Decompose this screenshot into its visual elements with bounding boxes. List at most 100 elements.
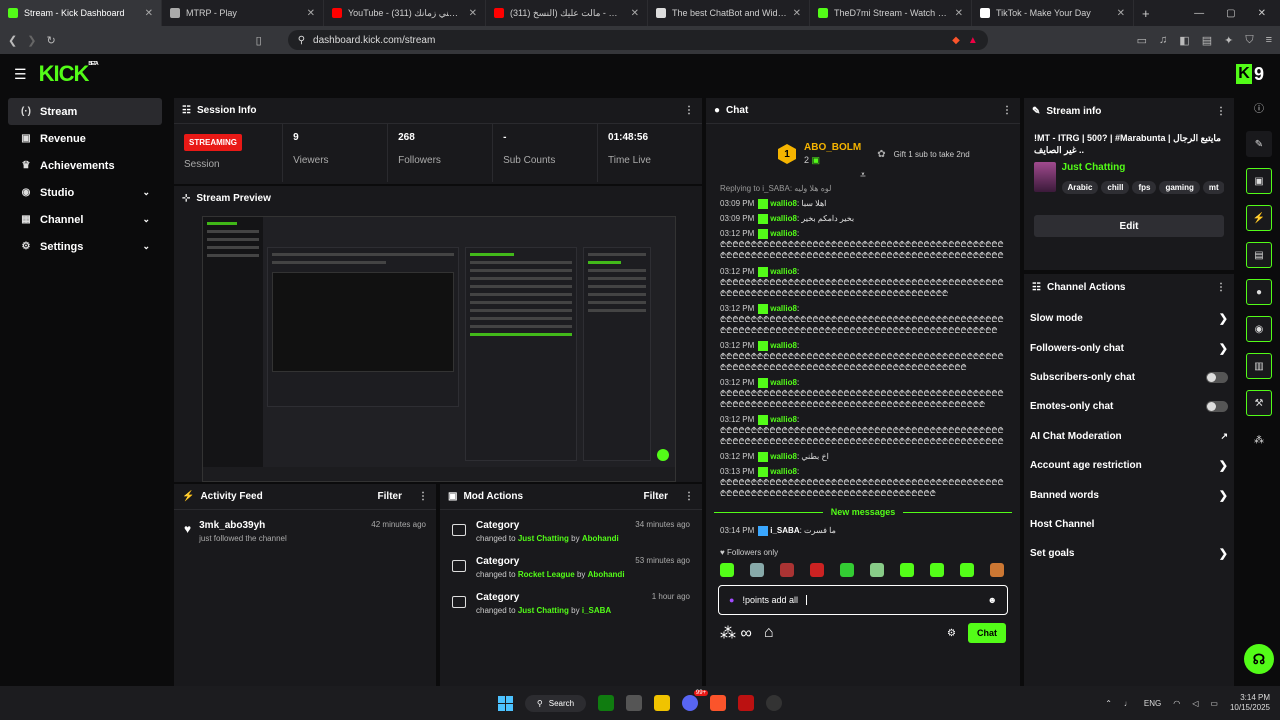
- search-box[interactable]: ⚲ Search: [524, 694, 587, 712]
- browser-tab[interactable]: YouTube - واحشني زمانك (311) ✕: [324, 0, 486, 26]
- moderator-link[interactable]: Abohandi: [582, 534, 619, 543]
- brave-shield-icon[interactable]: ◆: [952, 35, 960, 46]
- category-link[interactable]: Rocket League: [518, 570, 575, 579]
- chat-icon[interactable]: ●: [1246, 279, 1272, 305]
- tab-close-icon[interactable]: ✕: [1117, 8, 1125, 19]
- mod-filter-button[interactable]: Filter: [644, 491, 668, 502]
- brave-icon[interactable]: [710, 695, 727, 711]
- vpn-icon[interactable]: ⛉: [1245, 34, 1253, 47]
- emote-icon[interactable]: [750, 563, 764, 577]
- edit-stream-button[interactable]: Edit: [1034, 215, 1224, 237]
- channel-action-banned-words[interactable]: Banned words ❯: [1024, 480, 1234, 509]
- support-icon[interactable]: ☊: [1244, 644, 1274, 674]
- store-icon[interactable]: ⌂: [764, 624, 774, 642]
- browser-tab[interactable]: MTRP - Play ✕: [162, 0, 324, 26]
- forward-icon[interactable]: ❯: [27, 34, 36, 47]
- tab-close-icon[interactable]: ✕: [469, 8, 477, 19]
- mic-icon[interactable]: ♩: [1124, 699, 1132, 708]
- more-options-icon[interactable]: ⋮: [1216, 282, 1226, 293]
- poll-icon[interactable]: ▤: [1246, 242, 1272, 268]
- more-options-icon[interactable]: ⋮: [1216, 106, 1226, 117]
- site-info-icon[interactable]: ⚲: [298, 35, 305, 46]
- message-username[interactable]: wallio8: [770, 467, 797, 476]
- brave-rewards-icon[interactable]: ▲: [968, 35, 978, 46]
- stream-tag[interactable]: chill: [1101, 181, 1130, 194]
- tab-close-icon[interactable]: ✕: [307, 8, 315, 19]
- minimize-icon[interactable]: —: [1194, 8, 1204, 19]
- activity-username[interactable]: 3mk_abo39yh: [199, 520, 287, 531]
- voicemeeter-icon[interactable]: [738, 695, 755, 711]
- emote-icon[interactable]: [960, 563, 974, 577]
- browser-tab[interactable]: Stream - Kick Dashboard ✕: [0, 0, 162, 26]
- moderator-link[interactable]: Abohandi: [588, 570, 625, 579]
- browser-tab[interactable]: TikTok - Make Your Day ✕: [972, 0, 1134, 26]
- stream-tag[interactable]: gaming: [1159, 181, 1200, 194]
- media-icon[interactable]: ♫: [1159, 34, 1167, 47]
- emote-icon[interactable]: [930, 563, 944, 577]
- more-options-icon[interactable]: ⋮: [684, 105, 694, 116]
- raid-icon[interactable]: ⚡: [1246, 205, 1272, 231]
- more-options-icon[interactable]: ⋮: [1002, 105, 1012, 116]
- channel-action-slow-mode[interactable]: Slow mode ❯: [1024, 304, 1234, 333]
- send-chat-button[interactable]: Chat: [968, 623, 1006, 643]
- points-icon[interactable]: ⁂ ∞: [720, 623, 752, 643]
- kick-logo[interactable]: KICKBETA: [39, 61, 99, 87]
- emote-icon[interactable]: [810, 563, 824, 577]
- tab-close-icon[interactable]: ✕: [793, 8, 801, 19]
- message-username[interactable]: wallio8: [770, 304, 797, 313]
- profile-avatar[interactable]: K 9: [1235, 64, 1264, 85]
- discord-icon[interactable]: 99+: [682, 690, 709, 711]
- stream-preview-video[interactable]: [202, 216, 676, 482]
- emote-icon[interactable]: [870, 563, 884, 577]
- toggle-switch[interactable]: [1206, 371, 1228, 383]
- message-username[interactable]: wallio8: [770, 199, 797, 208]
- url-field[interactable]: ⚲ dashboard.kick.com/stream ◆ ▲: [287, 30, 988, 50]
- message-username[interactable]: i_SABA: [770, 526, 799, 535]
- message-username[interactable]: wallio8: [770, 214, 797, 223]
- stream-tag[interactable]: fps: [1132, 181, 1157, 194]
- tray-expand-icon[interactable]: ⌃: [1105, 699, 1112, 708]
- gift-sub-prompt[interactable]: Gift 1 sub to take 2nd: [894, 150, 970, 159]
- collapse-leaderboard-icon[interactable]: ⩡: [706, 170, 1020, 181]
- sidebar-item-studio[interactable]: ◉ Studio ⌄: [8, 179, 162, 206]
- chat-input[interactable]: ● !points add all ☻: [718, 585, 1008, 615]
- moderator-link[interactable]: i_SABA: [582, 606, 611, 615]
- edit-icon[interactable]: ✎: [1246, 131, 1272, 157]
- sidebar-item-achievements[interactable]: ♛ Achievements: [8, 152, 162, 179]
- new-tab-icon[interactable]: +: [1134, 6, 1158, 21]
- emote-icon[interactable]: [840, 563, 854, 577]
- volume-icon[interactable]: ◁: [1192, 699, 1198, 708]
- xbox-icon[interactable]: [598, 695, 615, 711]
- mod-queue-icon[interactable]: ▥: [1246, 353, 1272, 379]
- clip-icon[interactable]: ▣: [1246, 168, 1272, 194]
- browser-tab[interactable]: (311) بدر الشعيبي - مالت عليك (النسخ ✕: [486, 0, 648, 26]
- tab-close-icon[interactable]: ✕: [955, 8, 963, 19]
- top-gifter-name[interactable]: ABO_BOLM: [804, 142, 861, 153]
- sidebar-item-channel[interactable]: ▦ Channel ⌄: [8, 206, 162, 233]
- category-link[interactable]: Just Chatting: [518, 534, 569, 543]
- wallet-icon[interactable]: ▤: [1202, 34, 1212, 47]
- browser-tab[interactable]: The best ChatBot and Widgets for K ✕: [648, 0, 810, 26]
- start-icon[interactable]: [497, 695, 513, 711]
- channel-action-followers-only-chat[interactable]: Followers-only chat ❯: [1024, 333, 1234, 362]
- message-username[interactable]: wallio8: [770, 452, 797, 461]
- message-username[interactable]: wallio8: [770, 267, 797, 276]
- emoji-icon[interactable]: ☻: [988, 595, 997, 605]
- channel-action-subscribers-only-chat[interactable]: Subscribers-only chat: [1024, 363, 1234, 392]
- category-name[interactable]: Just Chatting: [1062, 162, 1224, 173]
- menu-icon[interactable]: ≡: [1266, 34, 1272, 47]
- leo-icon[interactable]: ✦: [1224, 34, 1233, 47]
- maximize-icon[interactable]: ▢: [1226, 8, 1235, 19]
- channel-action-account-age-restriction[interactable]: Account age restriction ❯: [1024, 451, 1234, 480]
- broadcast-icon[interactable]: ◉: [1246, 316, 1272, 342]
- emote-icon[interactable]: [900, 563, 914, 577]
- message-username[interactable]: wallio8: [770, 341, 797, 350]
- close-window-icon[interactable]: ✕: [1258, 8, 1266, 19]
- channel-action-host-channel[interactable]: Host Channel: [1024, 510, 1234, 539]
- info-icon[interactable]: ⓘ: [1246, 94, 1272, 120]
- more-options-icon[interactable]: ⋮: [684, 491, 694, 502]
- emote-icon[interactable]: [990, 563, 1004, 577]
- battery-icon[interactable]: ▭: [1210, 699, 1218, 708]
- reload-icon[interactable]: ↻: [46, 34, 55, 47]
- chat-settings-icon[interactable]: ⚙: [947, 628, 956, 639]
